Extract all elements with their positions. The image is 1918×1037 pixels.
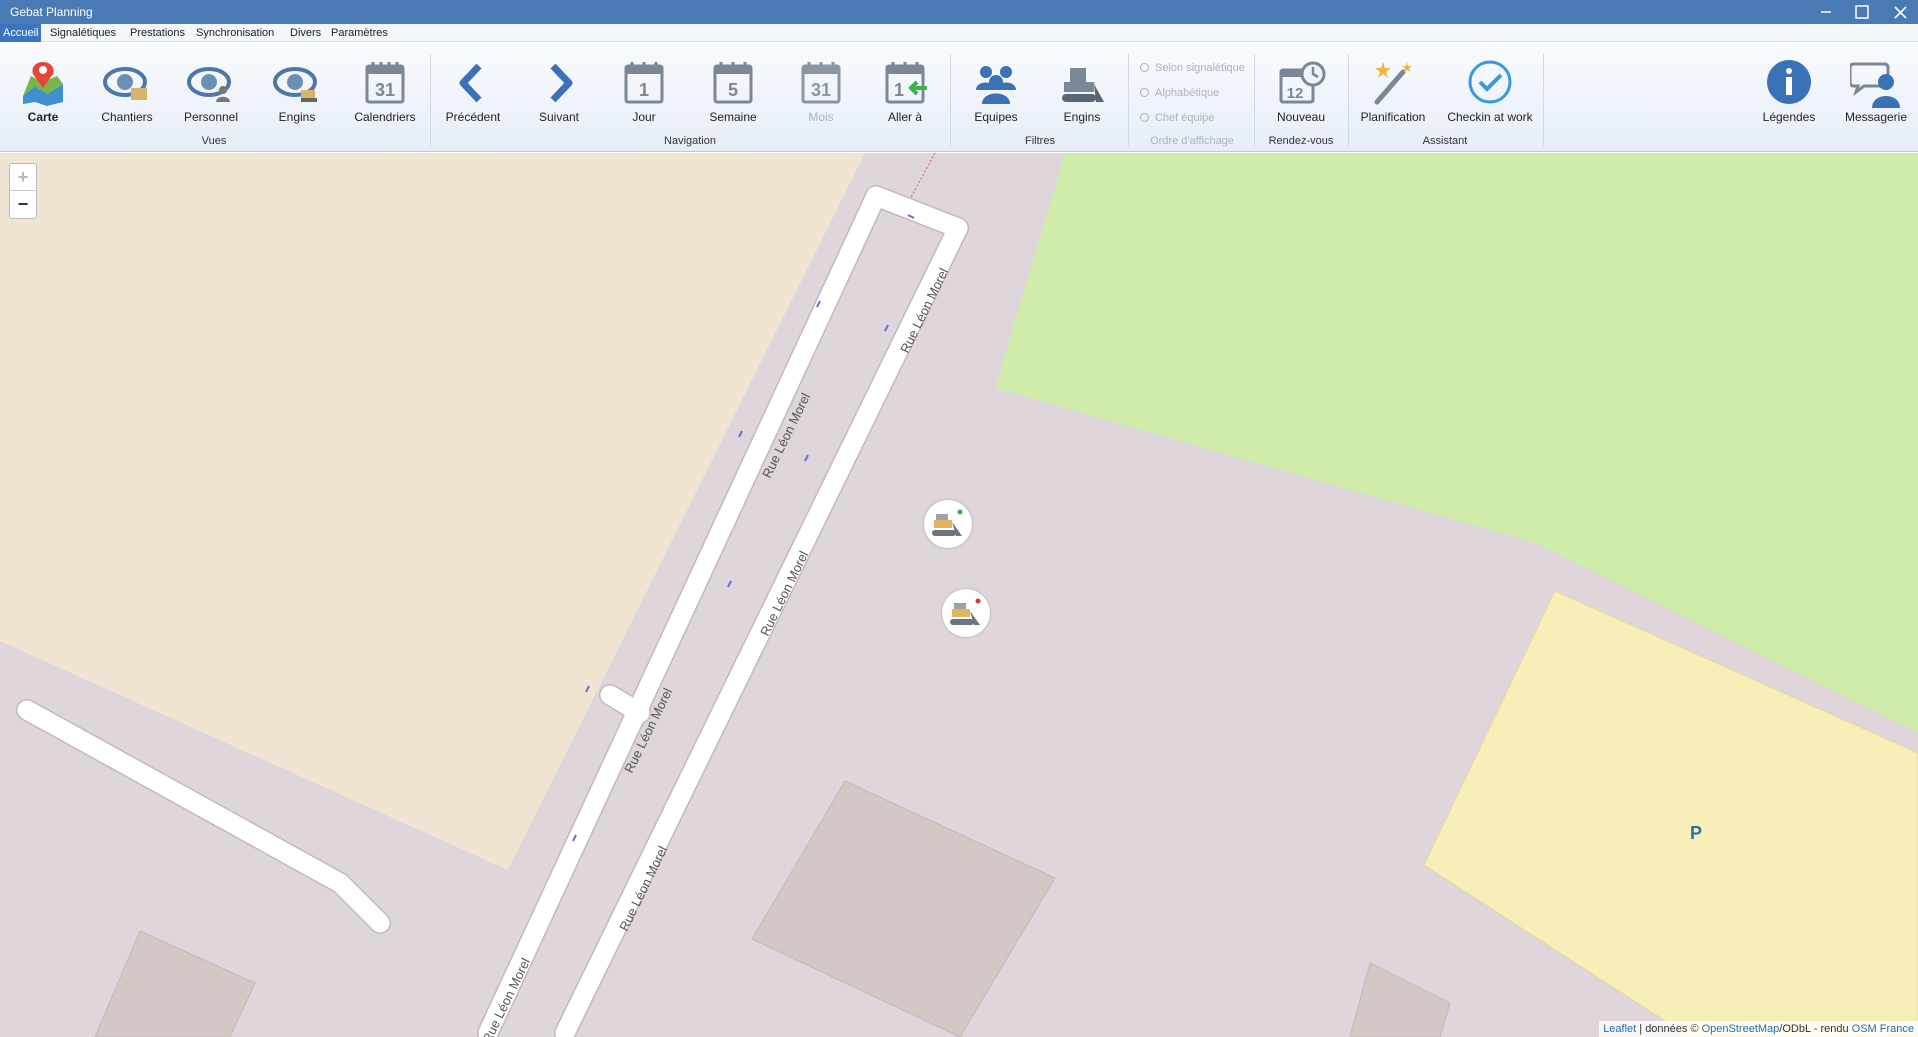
- ribbon-separator: [1348, 54, 1349, 146]
- ribbon-separator: [430, 54, 431, 146]
- calendar-icon: 31: [365, 62, 405, 104]
- calendar-week-icon: 5: [713, 62, 753, 104]
- close-icon: [1893, 5, 1907, 19]
- engins-filter-button[interactable]: Engins: [1042, 58, 1122, 134]
- close-button[interactable]: [1882, 0, 1918, 24]
- personnel-button[interactable]: Personnel: [171, 58, 251, 134]
- eye-machine-icon: [273, 67, 317, 102]
- aller-a-button[interactable]: 1 Aller à: [865, 58, 945, 134]
- order-radio-chef-equipe[interactable]: Chef équipe: [1140, 112, 1214, 126]
- svg-text:1: 1: [894, 80, 904, 100]
- messagerie-button[interactable]: Messagerie: [1836, 58, 1916, 134]
- map-attribution: Leaflet | données © OpenStreetMap/ODbL -…: [1599, 1021, 1918, 1037]
- legendes-button[interactable]: Légendes: [1749, 58, 1829, 134]
- precedent-button[interactable]: Précédent: [433, 58, 513, 134]
- ribbon-separator: [1543, 54, 1544, 146]
- svg-text:5: 5: [728, 80, 738, 100]
- machine-marker[interactable]: [924, 500, 972, 548]
- order-radio-alphabetique[interactable]: Alphabétique: [1140, 87, 1219, 101]
- svg-text:31: 31: [811, 80, 831, 100]
- machine-marker[interactable]: [942, 589, 990, 637]
- title-bar: Gebat Planning: [0, 0, 1918, 24]
- calendriers-button[interactable]: 31 Calendriers: [345, 58, 425, 134]
- map-icon: [23, 62, 63, 106]
- planification-button[interactable]: Planification: [1353, 58, 1433, 134]
- calendar-day-icon: 1: [624, 62, 664, 104]
- ribbon-separator: [1128, 54, 1129, 146]
- ribbon: Carte Chantiers Personnel Engins 31 Cale…: [0, 42, 1918, 152]
- check-circle-icon: [1468, 60, 1512, 104]
- menu-synchronisation[interactable]: Synchronisation: [193, 24, 277, 42]
- semaine-button[interactable]: 5 Semaine: [693, 58, 773, 134]
- info-icon: [1767, 60, 1811, 104]
- chantiers-button[interactable]: Chantiers: [87, 58, 167, 134]
- ribbon-separator: [1254, 54, 1255, 146]
- svg-text:1: 1: [639, 80, 649, 100]
- checkin-button[interactable]: Checkin at work: [1445, 58, 1535, 134]
- radio-icon: [1140, 113, 1149, 122]
- excavator-icon: [950, 598, 981, 625]
- carte-button[interactable]: Carte: [3, 58, 83, 134]
- chevron-left-icon: [459, 63, 482, 103]
- leaflet-link[interactable]: Leaflet: [1603, 1023, 1636, 1035]
- group-label-assistant: Assistant: [1422, 135, 1468, 147]
- zoom-control: + −: [9, 163, 37, 219]
- parking-label: P: [1690, 823, 1703, 843]
- minimize-icon: [1821, 11, 1831, 13]
- group-label-rdv: Rendez-vous: [1268, 135, 1334, 147]
- chat-user-icon: [1850, 62, 1900, 108]
- svg-text:31: 31: [375, 80, 395, 100]
- order-radio-signaletique[interactable]: Selon signalétique: [1140, 62, 1245, 76]
- team-icon: [976, 66, 1016, 104]
- zoom-in-button[interactable]: +: [10, 164, 36, 191]
- menu-accueil[interactable]: Accueil: [0, 24, 42, 42]
- group-label-filtres: Filtres: [1025, 135, 1055, 147]
- eye-person-icon: [187, 67, 231, 102]
- menu-bar: Accueil Signalétiques Prestations Synchr…: [0, 24, 1918, 42]
- nouveau-rdv-button[interactable]: 12 Nouveau: [1261, 58, 1341, 134]
- minimize-button[interactable]: [1808, 0, 1844, 24]
- engins-view-button[interactable]: Engins: [257, 58, 337, 134]
- openstreetmap-link[interactable]: OpenStreetMap: [1702, 1023, 1780, 1035]
- mois-button[interactable]: 31 Mois: [781, 58, 861, 134]
- menu-divers[interactable]: Divers: [287, 24, 324, 42]
- maximize-icon: [1855, 5, 1869, 19]
- jour-button[interactable]: 1 Jour: [604, 58, 684, 134]
- suivant-button[interactable]: Suivant: [519, 58, 599, 134]
- ribbon-separator: [950, 54, 951, 146]
- calendar-clock-icon: 12: [1279, 61, 1326, 104]
- radio-icon: [1140, 63, 1149, 72]
- group-label-navigation: Navigation: [664, 135, 716, 147]
- maximize-button[interactable]: [1844, 0, 1880, 24]
- map-view[interactable]: Rue Léon Morel Rue Léon Morel Rue Léon M…: [0, 153, 1918, 1037]
- equipes-filter-button[interactable]: Equipes: [956, 58, 1036, 134]
- svg-text:12: 12: [1287, 85, 1304, 102]
- radio-icon: [1140, 88, 1149, 97]
- menu-parametres[interactable]: Paramètres: [328, 24, 391, 42]
- magic-wand-icon: [1374, 62, 1412, 105]
- menu-signaletiques[interactable]: Signalétiques: [47, 24, 119, 42]
- window-title: Gebat Planning: [10, 5, 93, 19]
- group-label-ordre: Ordre d'affichage: [1150, 135, 1234, 147]
- calendar-month-icon: 31: [801, 62, 841, 104]
- excavator-icon: [932, 509, 963, 536]
- chevron-right-icon: [550, 63, 573, 103]
- osm-france-link[interactable]: OSM France: [1852, 1023, 1914, 1035]
- group-label-vues: Vues: [201, 135, 227, 147]
- eye-site-icon: [103, 67, 147, 100]
- menu-prestations[interactable]: Prestations: [127, 24, 188, 42]
- bulldozer-icon: [1062, 68, 1104, 102]
- calendar-goto-icon: 1: [885, 62, 927, 104]
- zoom-out-button[interactable]: −: [10, 191, 36, 218]
